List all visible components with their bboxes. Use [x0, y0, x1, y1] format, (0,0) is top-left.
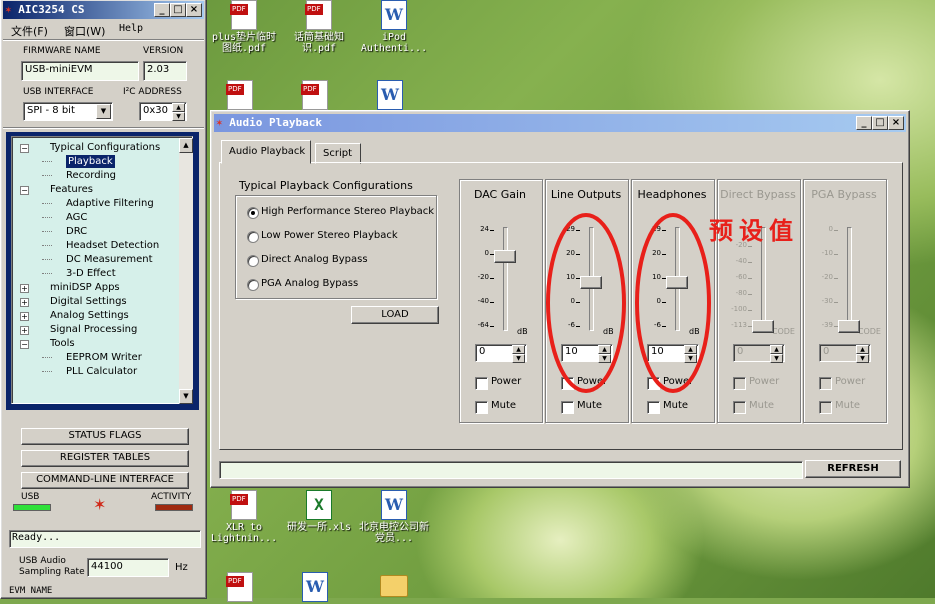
headphones-highlight	[635, 213, 711, 393]
tab-audio-playback[interactable]: Audio Playback	[221, 140, 311, 164]
highlight-ellipses	[546, 213, 711, 393]
line-outputs-highlight	[546, 213, 626, 393]
